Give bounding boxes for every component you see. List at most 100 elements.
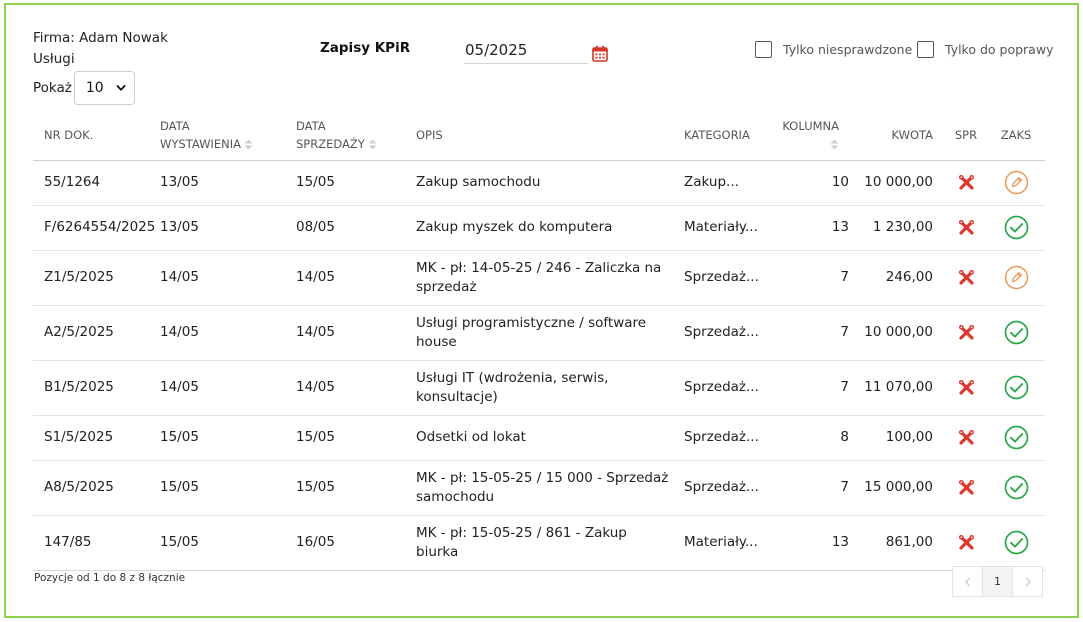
cell-nr: 147/85	[33, 515, 160, 571]
page-size-label: Pokaż	[33, 80, 72, 96]
cell-description: Zakup samochodu	[416, 160, 684, 206]
pencil-circle-icon[interactable]	[1004, 265, 1029, 290]
calendar-icon[interactable]	[592, 45, 608, 62]
cell-column: 8	[772, 415, 849, 461]
filter-unchecked[interactable]: Tylko niesprawdzone	[755, 41, 912, 58]
cell-nr: S1/5/2025	[33, 415, 160, 461]
cell-issue-date: 14/05	[160, 305, 296, 361]
filter-to-fix-checkbox[interactable]	[917, 41, 934, 58]
check-circle-icon[interactable]	[1004, 475, 1029, 500]
cell-category: Sprzedaż...	[684, 460, 772, 516]
cell-check	[945, 515, 987, 571]
cell-sale-date: 16/05	[296, 515, 416, 571]
table-row[interactable]: F/6264554/2025 13/05 08/05 Zakup myszek do …	[33, 205, 1045, 251]
filter-to-fix[interactable]: Tylko do poprawy	[917, 41, 1053, 58]
firm-name: Firma: Adam Nowak	[33, 30, 168, 46]
col-header-amount-label: KWOTA	[891, 127, 933, 142]
cell-amount: 1 230,00	[849, 205, 945, 251]
tools-icon[interactable]	[958, 219, 975, 236]
cell-check	[945, 205, 987, 251]
main-panel: Firma: Adam Nowak Usługi Pokaż 10 Zapisy…	[4, 3, 1079, 618]
cell-nr: F/6264554/2025	[33, 205, 160, 251]
pagination-next[interactable]	[1012, 566, 1043, 597]
col-header-check: SPR	[945, 110, 987, 161]
tools-icon[interactable]	[958, 324, 975, 341]
pagination: 1	[952, 566, 1043, 597]
cell-sale-date: 14/05	[296, 360, 416, 416]
tools-icon[interactable]	[958, 534, 975, 551]
check-circle-icon[interactable]	[1004, 215, 1029, 240]
check-circle-icon[interactable]	[1004, 530, 1029, 555]
cell-column: 13	[772, 515, 849, 571]
sort-icon	[368, 139, 377, 150]
cell-description: MK - pł: 15-05-25 / 15 000 - Sprzedaż sa…	[416, 460, 684, 516]
cell-description: Usługi IT (wdrożenia, serwis, konsultacj…	[416, 360, 684, 416]
pagination-prev[interactable]	[952, 566, 983, 597]
tools-icon[interactable]	[958, 379, 975, 396]
table-row[interactable]: 147/85 15/05 16/05 MK - pł: 15-05-25 / 861 …	[33, 515, 1045, 571]
cell-sale-date: 14/05	[296, 250, 416, 306]
cell-sale-date: 15/05	[296, 460, 416, 516]
pagination-page[interactable]: 1	[982, 566, 1013, 597]
cell-category: Sprzedaż...	[684, 415, 772, 461]
cell-description: MK - pł: 15-05-25 / 861 - Zakup biurka	[416, 515, 684, 571]
cell-sale-date: 08/05	[296, 205, 416, 251]
cell-column: 13	[772, 205, 849, 251]
table-row[interactable]: 55/1264 13/05 15/05 Zakup samochodu Zakup...…	[33, 160, 1045, 206]
cell-amount: 861,00	[849, 515, 945, 571]
col-header-description: OPIS	[416, 110, 684, 161]
col-header-sale-date[interactable]: DATA SPRZEDAŻY	[296, 110, 416, 161]
col-header-category-label: KATEGORIA	[684, 127, 750, 142]
filter-unchecked-label: Tylko niesprawdzone	[783, 42, 913, 57]
cell-sale-date: 14/05	[296, 305, 416, 361]
col-header-column[interactable]: KOLUMNA	[772, 110, 849, 161]
col-header-description-label: OPIS	[416, 127, 443, 142]
table-row[interactable]: S1/5/2025 15/05 15/05 Odsetki od lokat Sprze…	[33, 415, 1045, 461]
table-row[interactable]: B1/5/2025 14/05 14/05 Usługi IT (wdrożenia,…	[33, 360, 1045, 416]
cell-check	[945, 415, 987, 461]
table-row[interactable]: A8/5/2025 15/05 15/05 MK - pł: 15-05-25 / 1…	[33, 460, 1045, 516]
month-input[interactable]: 05/2025	[464, 41, 588, 64]
cell-check	[945, 305, 987, 361]
page-title: Zapisy KPiR	[320, 40, 411, 56]
tools-icon[interactable]	[958, 479, 975, 496]
check-circle-icon[interactable]	[1004, 375, 1029, 400]
check-circle-icon[interactable]	[1004, 320, 1029, 345]
cell-category: Sprzedaż...	[684, 360, 772, 416]
cell-nr: A2/5/2025	[33, 305, 160, 361]
col-header-column-label: KOLUMNA	[782, 118, 839, 133]
page-size-select[interactable]: 10	[73, 71, 135, 105]
cell-sale-date: 15/05	[296, 160, 416, 206]
cell-booked	[987, 250, 1045, 306]
tools-icon[interactable]	[958, 174, 975, 191]
pencil-circle-icon[interactable]	[1004, 170, 1029, 195]
cell-nr: B1/5/2025	[33, 360, 160, 416]
col-header-nr: NR DOK.	[33, 110, 160, 161]
col-header-issue-date-line2: WYSTAWIENIA	[160, 136, 241, 151]
firm-info: Firma: Adam Nowak Usługi	[33, 28, 168, 70]
col-header-issue-date[interactable]: DATA WYSTAWIENIA	[160, 110, 296, 161]
cell-nr: Z1/5/2025	[33, 250, 160, 306]
cell-amount: 100,00	[849, 415, 945, 461]
cell-check	[945, 250, 987, 306]
cell-column: 7	[772, 250, 849, 306]
cell-check	[945, 360, 987, 416]
col-header-category: KATEGORIA	[684, 110, 772, 161]
col-header-sale-date-line2: SPRZEDAŻY	[296, 136, 365, 151]
filter-unchecked-checkbox[interactable]	[755, 41, 772, 58]
col-header-sale-date-line1: DATA	[296, 118, 326, 133]
pagination-info: Pozycje od 1 do 8 z 8 łącznie	[34, 572, 186, 584]
table-row[interactable]: A2/5/2025 14/05 14/05 Usługi programistyczn…	[33, 305, 1045, 361]
check-circle-icon[interactable]	[1004, 425, 1029, 450]
cell-issue-date: 13/05	[160, 205, 296, 251]
cell-column: 7	[772, 360, 849, 416]
cell-amount: 11 070,00	[849, 360, 945, 416]
cell-issue-date: 13/05	[160, 160, 296, 206]
tools-icon[interactable]	[958, 269, 975, 286]
cell-sale-date: 15/05	[296, 415, 416, 461]
cell-category: Materiały...	[684, 515, 772, 571]
col-header-issue-date-line1: DATA	[160, 118, 190, 133]
page-size-value: 10	[85, 80, 104, 96]
table-row[interactable]: Z1/5/2025 14/05 14/05 MK - pł: 14-05-25 / 2…	[33, 250, 1045, 306]
tools-icon[interactable]	[958, 429, 975, 446]
